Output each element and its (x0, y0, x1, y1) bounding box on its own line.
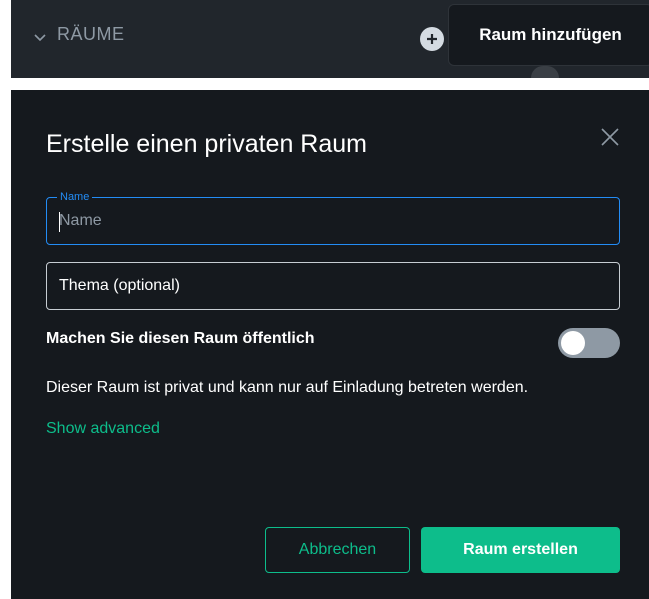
dialog-title: Erstelle einen privaten Raum (46, 130, 367, 158)
create-room-dialog: Erstelle einen privaten Raum Name Machen… (11, 90, 649, 599)
room-topic-field (46, 262, 620, 310)
create-room-button[interactable]: Raum erstellen (421, 527, 620, 573)
public-toggle-label: Machen Sie diesen Raum öffentlich (46, 330, 315, 347)
room-list-header: RÄUME Raum hinzufügen (11, 0, 649, 78)
public-room-toggle[interactable] (558, 328, 620, 358)
add-room-button[interactable] (420, 27, 444, 51)
privacy-info-text: Dieser Raum ist privat und kann nur auf … (46, 379, 529, 396)
toggle-knob (561, 331, 585, 355)
rooms-section-toggle[interactable]: RÄUME (33, 24, 125, 45)
close-icon (601, 128, 619, 146)
chevron-down-icon (33, 28, 47, 42)
close-button[interactable] (599, 126, 621, 148)
room-name-input[interactable] (47, 198, 619, 244)
show-advanced-link[interactable]: Show advanced (46, 420, 160, 438)
room-topic-input[interactable] (47, 263, 619, 309)
room-avatar-partial (531, 66, 559, 78)
text-caret (59, 212, 60, 232)
add-room-tooltip: Raum hinzufügen (448, 4, 649, 66)
rooms-section-title: RÄUME (57, 24, 125, 44)
cancel-button[interactable]: Abbrechen (265, 527, 410, 573)
plus-icon (427, 34, 437, 44)
room-name-field: Name (46, 191, 620, 245)
